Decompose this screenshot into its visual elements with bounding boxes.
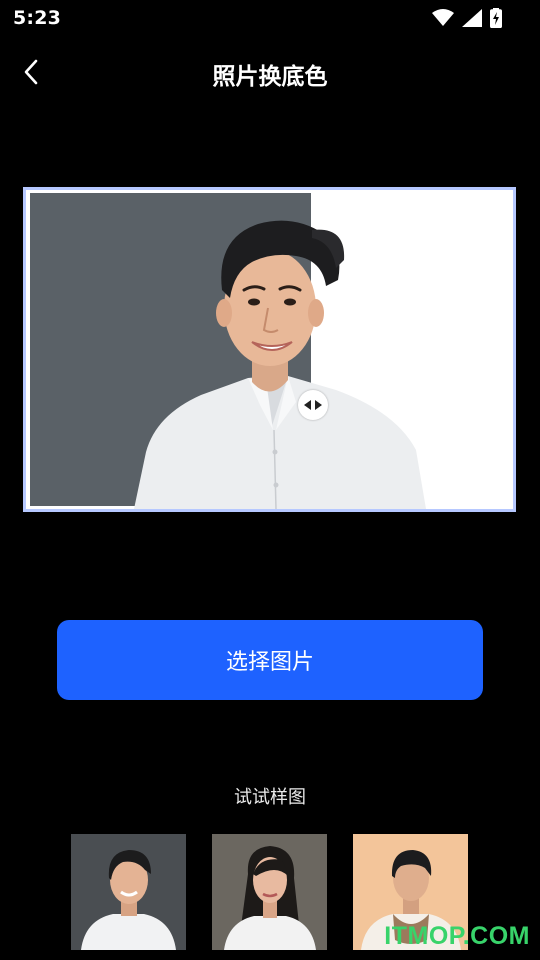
select-image-button[interactable]: 选择图片 — [57, 620, 483, 700]
portrait-illustration — [134, 220, 426, 509]
sample-portrait-1 — [81, 850, 176, 950]
page-title: 照片换底色 — [212, 64, 328, 90]
title-bar: 照片换底色 — [0, 44, 540, 100]
battery-charging-icon — [490, 8, 502, 28]
status-bar: 5:23 — [0, 0, 540, 36]
sample-portrait-2 — [224, 846, 316, 950]
left-right-arrows-icon — [304, 400, 322, 410]
compare-slider-handle[interactable] — [298, 390, 328, 420]
sample-image-1[interactable] — [71, 834, 186, 950]
wifi-icon — [432, 9, 454, 26]
sample-section-title: 试试样图 — [234, 787, 306, 808]
status-icons — [432, 8, 502, 28]
background-compare-preview[interactable] — [23, 187, 516, 512]
signal-icon — [462, 9, 482, 27]
watermark: ITMOP.COM — [384, 922, 530, 950]
sample-image-2[interactable] — [212, 834, 327, 950]
status-time: 5:23 — [13, 7, 62, 29]
